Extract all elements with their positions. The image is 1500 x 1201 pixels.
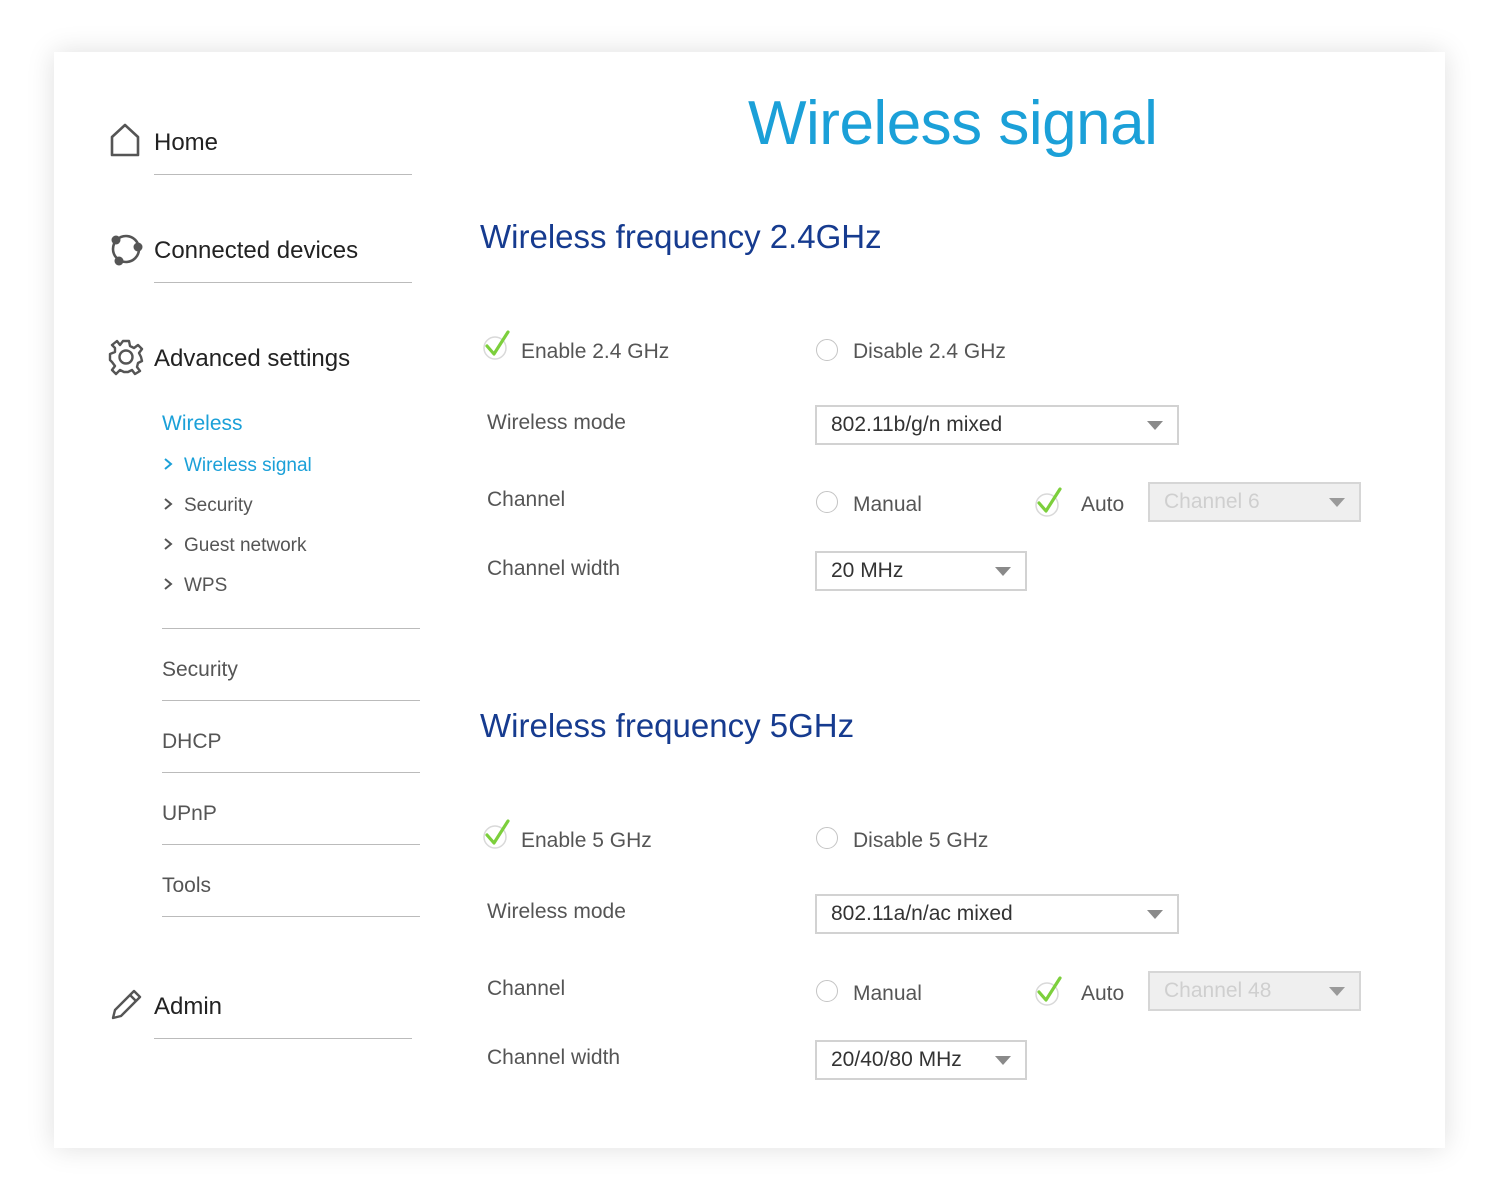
- nav-wps-label: WPS: [184, 575, 228, 596]
- channel-auto-2-4ghz-label: Auto: [1081, 493, 1125, 516]
- nav-wireless-security[interactable]: Security: [162, 495, 253, 517]
- nav-wireless-signal[interactable]: Wireless signal: [162, 455, 312, 477]
- nav-dhcp[interactable]: DHCP: [162, 730, 222, 754]
- channel-manual-2-4ghz-radio[interactable]: [816, 491, 838, 513]
- disable-5ghz-label: Disable 5 GHz: [853, 829, 989, 852]
- dropdown-arrow-icon: [995, 567, 1011, 576]
- chevron-right-icon: [162, 535, 180, 557]
- divider: [162, 772, 420, 773]
- channel-manual-2-4ghz-label: Manual: [853, 493, 922, 516]
- channel-width-5ghz-select[interactable]: 20/40/80 MHz: [815, 1040, 1027, 1080]
- nav-upnp[interactable]: UPnP: [162, 802, 217, 826]
- disable-2-4ghz-radio[interactable]: [816, 339, 838, 361]
- chevron-right-icon: [162, 495, 180, 517]
- channel-manual-5ghz-label: Manual: [853, 982, 922, 1005]
- wireless-mode-5ghz-value: 802.11a/n/ac mixed: [831, 902, 1013, 925]
- channel-manual-5ghz-radio[interactable]: [816, 980, 838, 1002]
- nav-guest-network-label: Guest network: [184, 535, 307, 556]
- dropdown-arrow-icon: [1329, 987, 1345, 996]
- channel-label: Channel: [487, 488, 566, 511]
- nav-security[interactable]: Security: [162, 658, 238, 682]
- divider: [162, 700, 420, 701]
- nav-advanced-settings-label: Advanced settings: [154, 345, 351, 372]
- nav-tools[interactable]: Tools: [162, 874, 211, 898]
- section-title-5ghz: Wireless frequency 5GHz: [480, 707, 855, 744]
- nav-wireless-security-label: Security: [184, 495, 253, 516]
- settings-panel: Home Connected devices Advanced settings: [54, 52, 1445, 1148]
- channel-width-2-4ghz-value: 20 MHz: [831, 559, 904, 582]
- wireless-mode-label: Wireless mode: [487, 900, 626, 923]
- divider: [154, 282, 412, 283]
- dropdown-arrow-icon: [995, 1056, 1011, 1065]
- nav-connected-devices-label: Connected devices: [154, 237, 359, 264]
- channel-5ghz-select: Channel 48: [1148, 971, 1361, 1011]
- wireless-mode-5ghz-select[interactable]: 802.11a/n/ac mixed: [815, 894, 1179, 934]
- check-icon[interactable]: [482, 327, 512, 361]
- channel-width-5ghz-value: 20/40/80 MHz: [831, 1048, 962, 1071]
- dropdown-arrow-icon: [1147, 421, 1163, 430]
- nav-home[interactable]: Home: [106, 120, 416, 180]
- wireless-mode-label: Wireless mode: [487, 411, 626, 434]
- nav-home-label: Home: [154, 129, 219, 156]
- home-icon: [110, 123, 140, 157]
- dropdown-arrow-icon: [1147, 910, 1163, 919]
- channel-label: Channel: [487, 977, 566, 1000]
- channel-auto-5ghz-label: Auto: [1081, 982, 1125, 1005]
- chevron-right-icon: [162, 455, 180, 477]
- enable-5ghz-label: Enable 5 GHz: [521, 829, 652, 852]
- nav-wireless-heading[interactable]: Wireless: [162, 412, 243, 436]
- dropdown-arrow-icon: [1329, 498, 1345, 507]
- channel-2-4ghz-select: Channel 6: [1148, 482, 1361, 522]
- channel-width-label: Channel width: [487, 1046, 621, 1069]
- wireless-mode-2-4ghz-select[interactable]: 802.11b/g/n mixed: [815, 405, 1179, 445]
- disable-5ghz-radio[interactable]: [816, 827, 838, 849]
- nav-guest-network[interactable]: Guest network: [162, 535, 307, 557]
- chevron-right-icon: [162, 575, 180, 597]
- divider: [162, 916, 420, 917]
- wireless-mode-2-4ghz-value: 802.11b/g/n mixed: [831, 413, 1003, 436]
- disable-2-4ghz-label: Disable 2.4 GHz: [853, 340, 1006, 363]
- channel-width-label: Channel width: [487, 557, 621, 580]
- nav-admin[interactable]: Admin: [106, 984, 416, 1044]
- divider: [162, 844, 420, 845]
- gear-icon: [108, 339, 144, 376]
- enable-2-4ghz-label: Enable 2.4 GHz: [521, 340, 670, 363]
- check-icon[interactable]: [482, 816, 512, 850]
- channel-5ghz-value: Channel 48: [1164, 979, 1272, 1002]
- nav-advanced-settings[interactable]: Advanced settings: [106, 336, 416, 396]
- nav-wireless-signal-label: Wireless signal: [184, 455, 312, 476]
- divider: [154, 1038, 412, 1039]
- nav-wps[interactable]: WPS: [162, 575, 227, 597]
- divider: [154, 174, 412, 175]
- section-title-2-4ghz: Wireless frequency 2.4GHz: [480, 218, 882, 255]
- nav-connected-devices[interactable]: Connected devices: [106, 228, 416, 288]
- connected-devices-icon: [111, 234, 143, 266]
- channel-width-2-4ghz-select[interactable]: 20 MHz: [815, 551, 1027, 591]
- page-title: Wireless signal: [748, 89, 1158, 158]
- check-icon[interactable]: [1034, 973, 1064, 1007]
- pencil-icon: [111, 989, 142, 1020]
- divider: [162, 628, 420, 629]
- nav-admin-label: Admin: [154, 993, 223, 1020]
- channel-2-4ghz-value: Channel 6: [1164, 490, 1260, 513]
- check-icon[interactable]: [1034, 484, 1064, 518]
